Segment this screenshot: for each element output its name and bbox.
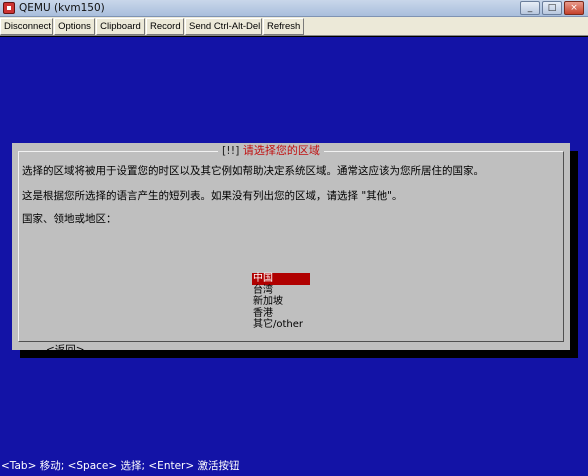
dialog-title-priority: [!!] <box>222 144 240 157</box>
list-item-singapore[interactable]: 新加坡 <box>252 296 312 308</box>
record-button[interactable]: Record <box>146 18 184 35</box>
keyboard-help-line: <Tab> 移动; <Space> 选择; <Enter> 激活按钮 <box>1 460 240 472</box>
list-item-china[interactable]: 中国 <box>252 273 310 285</box>
field-label: 国家、领地或地区： <box>22 213 117 225</box>
toolbar: Disconnect Options Clipboard Record Send… <box>0 17 588 36</box>
refresh-button[interactable]: Refresh <box>263 18 304 35</box>
console-screen[interactable]: [!!] 请选择您的区域 选择的区域将被用于设置您的时区以及其它例如帮助决定系统… <box>0 37 588 476</box>
window-controls: _ □ × <box>520 1 584 15</box>
back-button[interactable]: <返回> <box>46 343 85 357</box>
clipboard-button[interactable]: Clipboard <box>96 18 145 35</box>
region-list: 中国 台湾 新加坡 香港 其它/other <box>252 273 312 331</box>
dialog-description-line2: 这是根据您所选择的语言产生的短列表。如果没有列出您的区域，请选择 "其他"。 <box>22 190 403 202</box>
minimize-button[interactable]: _ <box>520 1 540 15</box>
region-dialog: [!!] 请选择您的区域 选择的区域将被用于设置您的时区以及其它例如帮助决定系统… <box>12 143 570 356</box>
dialog-title: [!!] 请选择您的区域 <box>218 144 324 158</box>
close-button[interactable]: × <box>564 1 584 15</box>
disconnect-button[interactable]: Disconnect <box>0 18 53 35</box>
list-item-other[interactable]: 其它/other <box>252 319 312 331</box>
send-ctrl-alt-del-button[interactable]: Send Ctrl-Alt-Del <box>185 18 262 35</box>
dialog-title-text: 请选择您的区域 <box>242 144 320 157</box>
dialog-description-line1: 选择的区域将被用于设置您的时区以及其它例如帮助决定系统区域。通常这应该为您所居住… <box>22 165 484 177</box>
list-item-hongkong[interactable]: 香港 <box>252 308 312 320</box>
window-title: QEMU (kvm150) <box>19 2 105 14</box>
options-button[interactable]: Options <box>54 18 95 35</box>
maximize-button[interactable]: □ <box>542 1 562 15</box>
list-item-taiwan[interactable]: 台湾 <box>252 285 312 297</box>
qemu-app-icon <box>3 2 15 14</box>
window-titlebar[interactable]: QEMU (kvm150) _ □ × <box>0 0 588 17</box>
